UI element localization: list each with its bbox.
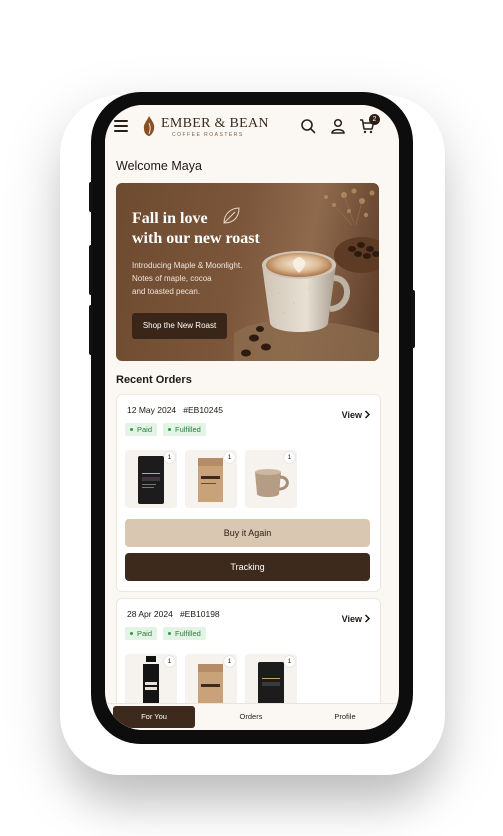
fulfilled-badge: Fulfilled (163, 627, 206, 640)
app-screen: EMBER & BEAN COFFEE ROASTERS 2 Welcome M… (105, 105, 399, 730)
buy-it-again-button[interactable]: Buy it Again (125, 519, 370, 547)
order-date-number: 28 Apr 2024 #EB10198 (127, 609, 220, 619)
hero-description: Introducing Maple & Moonlight. Notes of … (132, 261, 243, 296)
view-order-link[interactable]: View (342, 614, 362, 624)
flame-bean-logo-icon (143, 116, 155, 136)
phone-side-button-left-1 (89, 182, 93, 212)
nav-profile[interactable]: Profile (305, 706, 385, 728)
chevron-right-icon[interactable] (364, 410, 371, 419)
bottom-navigation: For You Orders Profile (105, 703, 399, 730)
phone-side-button-right (411, 290, 415, 348)
paid-badge: Paid (125, 627, 158, 640)
phone-side-button-left-2 (89, 245, 93, 295)
order-date-number: 12 May 2024 #EB10245 (127, 405, 223, 415)
item-quantity: 1 (224, 656, 235, 667)
paid-badge: Paid (125, 423, 158, 436)
product-thumb-oat-latte[interactable]: 1 (185, 450, 237, 508)
search-icon[interactable] (300, 118, 316, 134)
item-quantity: 1 (164, 656, 175, 667)
view-order-link[interactable]: View (342, 410, 362, 420)
user-icon[interactable] (330, 118, 346, 134)
product-thumb-coffee-bag[interactable]: 1 (125, 450, 177, 508)
brand-name[interactable]: EMBER & BEAN (161, 116, 269, 132)
product-thumb-mug[interactable]: 1 (245, 450, 297, 508)
item-quantity: 1 (284, 656, 295, 667)
shop-new-roast-button[interactable]: Shop the New Roast (132, 313, 227, 339)
item-quantity: 1 (224, 452, 235, 463)
fulfilled-badge: Fulfilled (163, 423, 206, 436)
tracking-button[interactable]: Tracking (125, 553, 370, 581)
menu-icon[interactable] (114, 120, 128, 132)
phone-side-button-left-3 (89, 305, 93, 355)
brand-tagline: COFFEE ROASTERS (172, 132, 244, 138)
item-quantity: 1 (284, 452, 295, 463)
hero-banner[interactable]: Fall in love with our new roast Introduc… (116, 183, 379, 361)
chevron-right-icon[interactable] (364, 614, 371, 623)
order-card-1: 12 May 2024 #EB10245 View Paid Fulfilled… (116, 394, 381, 592)
welcome-message: Welcome Maya (116, 159, 202, 173)
nav-for-you[interactable]: For You (113, 706, 195, 728)
app-header: EMBER & BEAN COFFEE ROASTERS 2 (105, 105, 399, 147)
nav-orders[interactable]: Orders (211, 706, 291, 728)
item-quantity: 1 (164, 452, 175, 463)
recent-orders-heading: Recent Orders (116, 374, 192, 386)
hero-title: Fall in love with our new roast (132, 210, 260, 247)
cart-count-badge: 2 (369, 114, 380, 125)
